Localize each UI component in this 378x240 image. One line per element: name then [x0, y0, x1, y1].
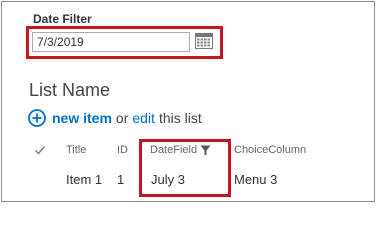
new-item-row: new item or edit this list — [28, 108, 202, 128]
column-header-datefield-label: DateField — [150, 144, 198, 156]
calendar-icon[interactable] — [195, 32, 213, 49]
column-header-choicecolumn[interactable]: ChoiceColumn — [234, 144, 306, 156]
column-header-title[interactable]: Title — [66, 144, 86, 156]
edit-list-link[interactable]: edit — [132, 110, 155, 126]
column-header-id[interactable]: ID — [117, 144, 128, 156]
date-filter-title: Date Filter — [33, 12, 92, 26]
new-item-link[interactable]: new item — [52, 110, 112, 126]
filter-icon[interactable] — [200, 145, 211, 156]
cell-title[interactable]: Item 1 — [66, 172, 102, 187]
cell-datefield: July 3 — [151, 172, 185, 187]
plus-circle-icon[interactable] — [28, 109, 46, 127]
cell-id: 1 — [117, 172, 125, 187]
list-title: List Name — [29, 80, 111, 100]
column-header-datefield[interactable]: DateField — [150, 144, 211, 156]
checkmark-icon[interactable] — [34, 144, 46, 156]
date-filter-input[interactable] — [32, 32, 190, 52]
cell-choicecolumn: Menu 3 — [234, 172, 278, 187]
this-list-text: this list — [158, 110, 202, 126]
or-text: or — [115, 110, 129, 126]
